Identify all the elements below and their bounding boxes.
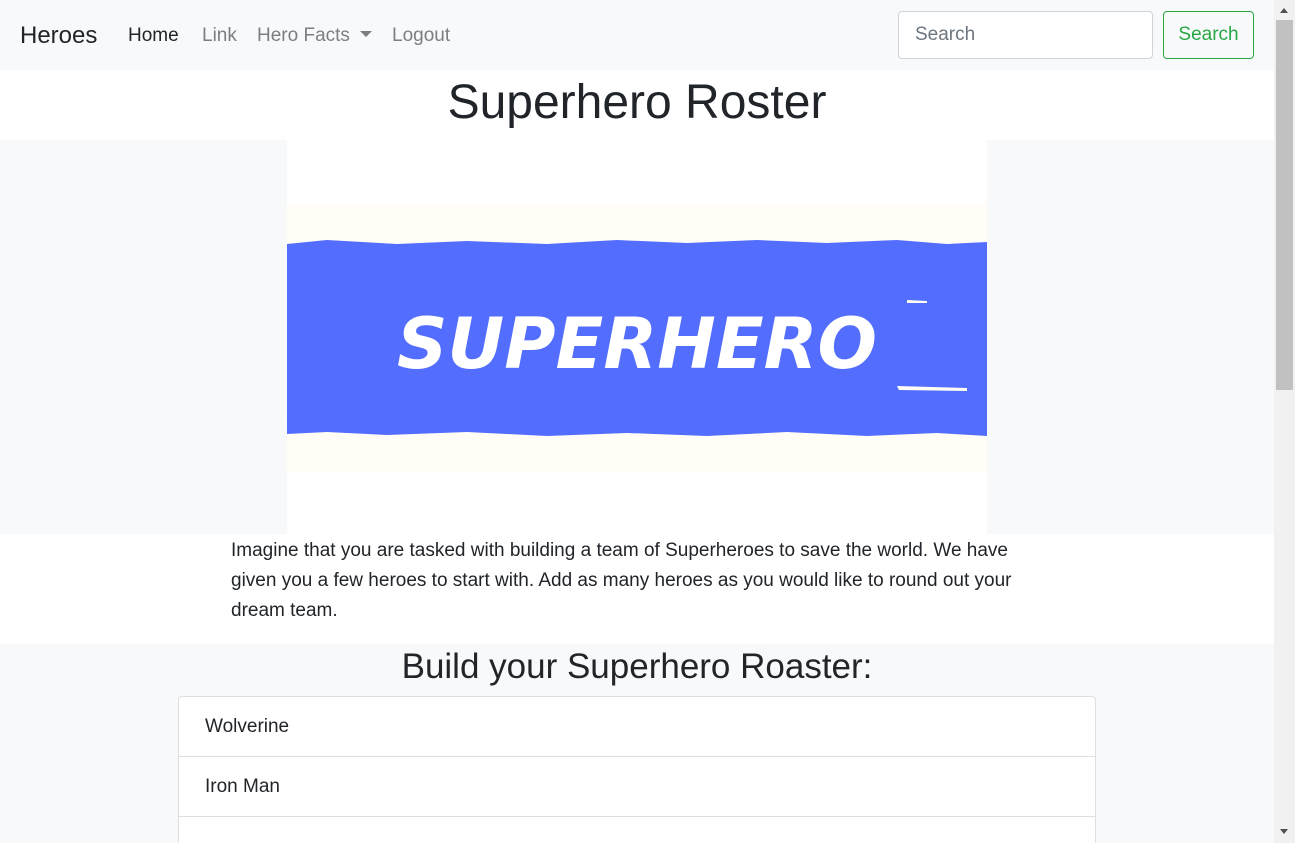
- search-input[interactable]: [898, 11, 1153, 59]
- scroll-down-arrow-icon[interactable]: [1280, 829, 1288, 834]
- hero-list-item[interactable]: Wolverine: [178, 696, 1096, 757]
- scrollbar-thumb[interactable]: [1276, 20, 1293, 390]
- page: Heroes Home Link Hero Facts Logout Searc…: [0, 0, 1274, 843]
- roster-title: Build your Superhero Roaster:: [401, 647, 873, 686]
- vertical-scrollbar[interactable]: [1274, 0, 1295, 843]
- nav-dropdown-hero-facts[interactable]: Hero Facts: [257, 24, 372, 48]
- hero-list-item[interactable]: [178, 816, 1096, 843]
- banner-graphic: SUPERHERO: [287, 204, 987, 472]
- caret-down-icon: [359, 31, 372, 37]
- superhero-banner-image: SUPERHERO: [287, 140, 987, 534]
- scroll-up-arrow-icon[interactable]: [1280, 8, 1288, 13]
- nav-dropdown-label: Hero Facts: [257, 25, 350, 46]
- hero-list: Wolverine Iron Man: [178, 696, 1096, 843]
- banner-stroke-detail: [287, 422, 347, 425]
- navbar: Heroes Home Link Hero Facts Logout Searc…: [0, 0, 1274, 70]
- banner-text: SUPERHERO: [397, 303, 877, 385]
- intro-paragraph: Imagine that you are tasked with buildin…: [231, 540, 1012, 621]
- nav-link-logout[interactable]: Logout: [392, 24, 450, 48]
- brand-link[interactable]: Heroes: [20, 20, 97, 52]
- nav-link-home[interactable]: Home: [128, 24, 179, 48]
- hero-list-item[interactable]: Iron Man: [178, 756, 1096, 817]
- nav-link-link[interactable]: Link: [202, 24, 237, 48]
- page-title: Superhero Roster: [447, 76, 827, 129]
- search-button[interactable]: Search: [1163, 11, 1254, 59]
